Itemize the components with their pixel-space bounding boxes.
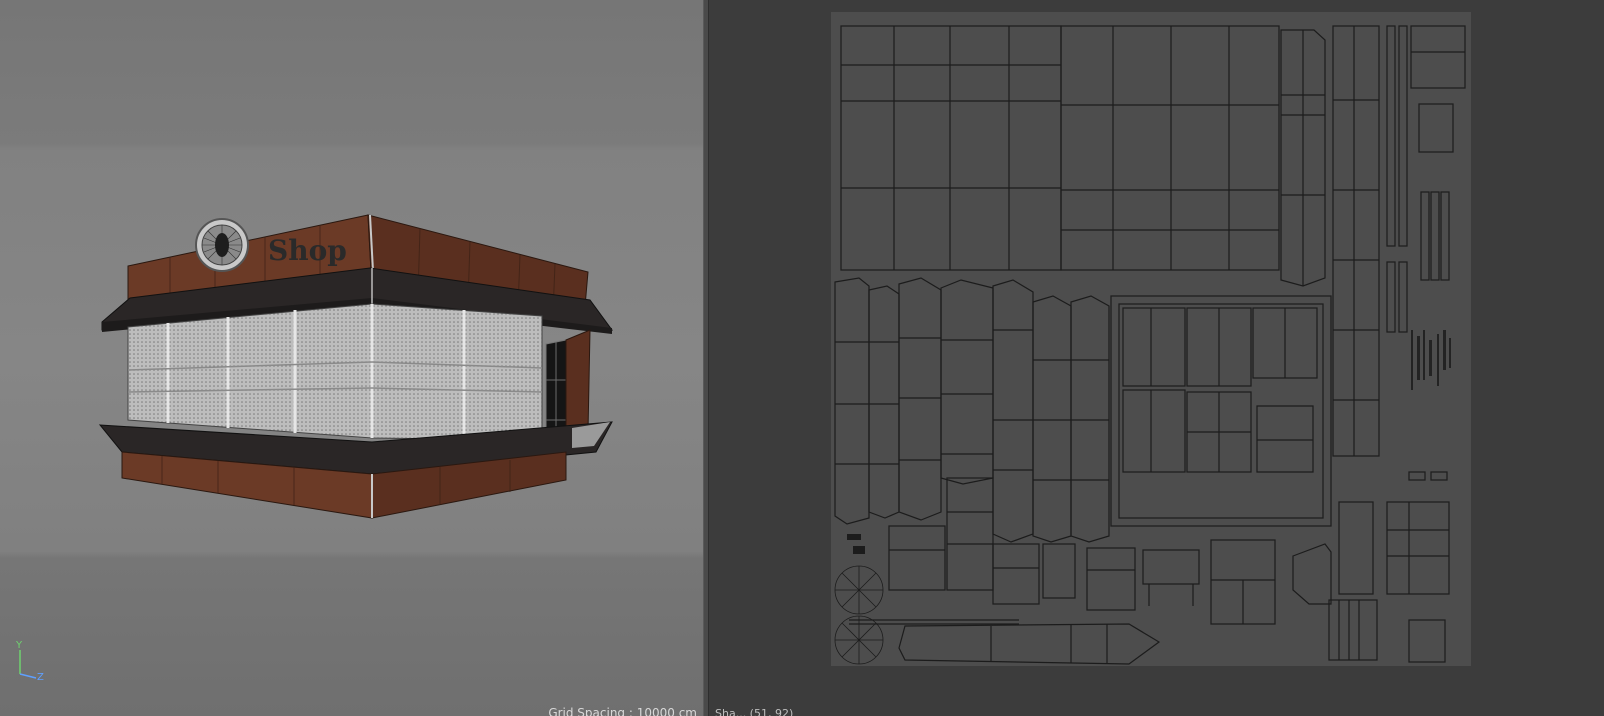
axis-gizmo: [19, 650, 37, 679]
axis-z-label: Z: [37, 672, 44, 683]
uv-status-text: Sha... (51, 92): [715, 707, 794, 716]
shop-sign-text: Shop: [268, 234, 347, 267]
grid-spacing-readout: Grid Spacing : 10000 cm: [548, 706, 697, 716]
shop-model-render: Shop: [19, 214, 614, 679]
sign-medallion: [195, 218, 249, 272]
uv-editor-panel[interactable]: Sha... (51, 92): [709, 0, 1604, 716]
perspective-viewport[interactable]: Shop Y Z Grid Spacing: 10000 cm: [0, 0, 703, 716]
uv-layout: [831, 12, 1471, 666]
axis-y-label: Y: [16, 640, 23, 651]
